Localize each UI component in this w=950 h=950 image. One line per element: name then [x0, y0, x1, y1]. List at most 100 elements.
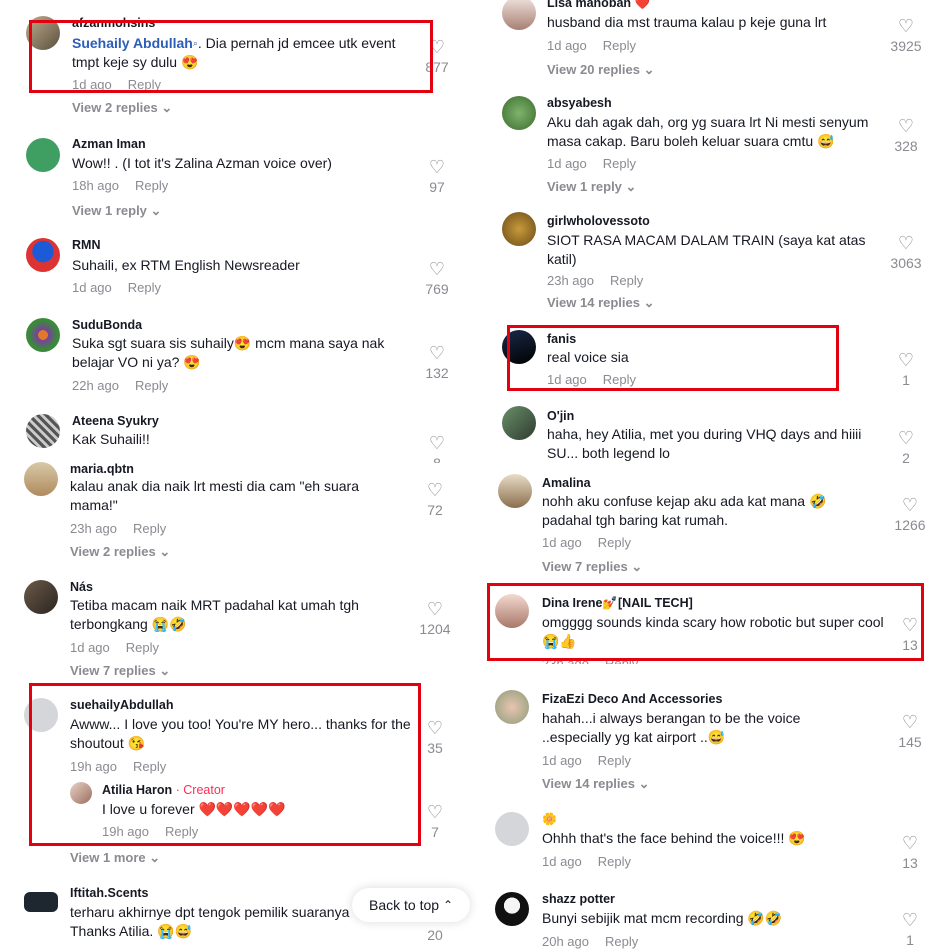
like-button[interactable]: ♡ 97 — [417, 158, 457, 195]
avatar[interactable] — [502, 212, 536, 246]
heart-icon: ♡ — [897, 16, 915, 36]
avatar[interactable] — [24, 892, 58, 912]
comment-meta: 22h ago Reply — [72, 378, 184, 393]
like-button[interactable]: ♡ 35 — [415, 719, 455, 756]
like-button[interactable]: ♡ 877 — [417, 38, 457, 75]
comment-username[interactable]: Azman Iman — [72, 137, 146, 151]
comment-username[interactable]: O'jin — [547, 409, 574, 423]
like-button[interactable]: ♡ 132 — [417, 344, 457, 381]
reply-button[interactable]: Reply — [135, 178, 168, 193]
comment-username[interactable]: Lisa manoban ❤️ — [547, 0, 650, 11]
timestamp: 1d ago — [547, 156, 587, 171]
comment-username[interactable]: Ateena Syukry — [72, 414, 159, 428]
like-button[interactable]: ♡ 145 — [890, 713, 930, 750]
like-button[interactable]: ♡ 1 — [886, 351, 926, 388]
avatar[interactable] — [24, 462, 58, 496]
comment-username[interactable]: Dina Irene💅[NAIL TECH] — [542, 596, 693, 611]
avatar[interactable] — [26, 318, 60, 352]
reply-button[interactable]: Reply — [605, 656, 638, 664]
comment-username[interactable]: Iftitah.Scents — [70, 886, 149, 900]
like-button[interactable]: ♡ 769 — [417, 260, 457, 297]
avatar[interactable] — [495, 812, 529, 846]
comment: maria.qbtn kalau anak dia naik lrt mesti… — [0, 458, 460, 568]
like-button[interactable]: ♡ 328 — [886, 117, 926, 154]
view-replies-button[interactable]: View 20 replies ⌄ — [547, 62, 655, 78]
reply-button[interactable]: Reply — [128, 77, 161, 92]
avatar[interactable] — [502, 96, 536, 130]
like-button[interactable]: ♡ 13 — [890, 834, 930, 871]
heart-icon: ♡ — [428, 157, 446, 177]
like-button[interactable]: ♡ 72 — [415, 481, 455, 518]
like-count: 3063 — [890, 255, 922, 271]
reply-username[interactable]: Atilia Haron — [102, 783, 172, 797]
avatar[interactable] — [26, 16, 60, 50]
view-replies-button[interactable]: View 7 replies ⌄ — [542, 559, 642, 575]
reply-button[interactable]: Reply — [610, 273, 643, 288]
reply-button[interactable]: Reply — [165, 824, 198, 839]
like-button[interactable]: ♡ 1 — [890, 911, 930, 948]
like-button[interactable]: ♡ 13 — [890, 616, 930, 653]
comment-username[interactable]: shazz potter — [542, 892, 615, 906]
comment-username[interactable]: 🌼 — [542, 812, 557, 826]
reply-button[interactable]: Reply — [133, 521, 166, 536]
reply-button[interactable]: Reply — [598, 753, 631, 768]
timestamp: 1d ago — [70, 640, 110, 655]
comment-username[interactable]: Amalina — [542, 476, 591, 490]
avatar[interactable] — [24, 698, 58, 732]
comment-username[interactable]: SuduBonda — [72, 318, 142, 332]
reply-button[interactable]: Reply — [135, 378, 168, 393]
reply-button[interactable]: Reply — [605, 934, 638, 949]
reply-button[interactable]: Reply — [598, 535, 631, 550]
avatar[interactable] — [26, 138, 60, 172]
comment-username[interactable]: absyabesh — [547, 96, 612, 110]
reply-button[interactable]: Reply — [603, 156, 636, 171]
heart-icon: ♡ — [428, 433, 446, 453]
like-button[interactable]: ♡ 7 — [415, 803, 455, 840]
view-replies-button[interactable]: View 2 replies ⌄ — [70, 544, 170, 560]
back-to-top-button[interactable]: Back to top ⌃ — [352, 888, 470, 922]
mention-link[interactable]: Suehaily Abdullah — [72, 35, 193, 51]
avatar[interactable] — [495, 690, 529, 724]
like-button[interactable]: ♡ 3925 — [886, 17, 926, 54]
avatar[interactable] — [495, 892, 529, 926]
view-replies-button[interactable]: View 14 replies ⌄ — [547, 295, 655, 311]
avatar[interactable] — [498, 474, 532, 508]
reply-button[interactable]: Reply — [126, 640, 159, 655]
avatar[interactable] — [24, 580, 58, 614]
like-button[interactable]: ♡ 3063 — [886, 234, 926, 271]
comment-username[interactable]: suehailyAbdullah — [70, 698, 174, 712]
heart-icon: ♡ — [428, 37, 446, 57]
comment-username[interactable]: fanis — [547, 332, 576, 346]
reply-button[interactable]: Reply — [598, 854, 631, 869]
view-replies-button[interactable]: View 1 reply ⌄ — [547, 179, 636, 195]
comment-username[interactable]: FizaEzi Deco And Accessories — [542, 692, 722, 706]
view-more-button[interactable]: View 1 more ⌄ — [70, 850, 160, 866]
avatar[interactable] — [26, 238, 60, 272]
comment-username[interactable]: maria.qbtn — [70, 462, 134, 476]
avatar[interactable] — [502, 406, 536, 440]
reply-button[interactable]: Reply — [603, 38, 636, 53]
reply-button[interactable]: Reply — [133, 759, 166, 774]
comment-username[interactable]: girlwholovessoto — [547, 214, 650, 228]
like-button[interactable]: ♡ 2 — [886, 429, 926, 466]
avatar[interactable] — [502, 330, 536, 364]
comment-username[interactable]: Nás — [70, 580, 93, 594]
comment-username[interactable]: RMN — [72, 238, 100, 252]
like-button[interactable]: ♡ 1266 — [890, 496, 930, 533]
view-replies-button[interactable]: View 2 replies ⌄ — [72, 100, 172, 116]
avatar[interactable] — [70, 782, 92, 804]
like-button[interactable]: ♡ 1204 — [415, 600, 455, 637]
chevron-down-icon: ⌄ — [643, 62, 655, 77]
view-replies-button[interactable]: View 7 replies ⌄ — [70, 663, 170, 679]
comment: shazz potter Bunyi sebijik mat mcm recor… — [480, 890, 950, 950]
avatar[interactable] — [502, 0, 536, 30]
reply-button[interactable]: Reply — [603, 372, 636, 387]
reply-button[interactable]: Reply — [128, 280, 161, 295]
comment-username[interactable]: afzanmohsins — [72, 16, 155, 30]
avatar[interactable] — [26, 414, 60, 448]
view-replies-button[interactable]: View 1 reply ⌄ — [72, 203, 161, 219]
creator-badge: · Creator — [175, 783, 225, 797]
chevron-down-icon: ⌄ — [638, 776, 650, 791]
avatar[interactable] — [495, 594, 529, 628]
view-replies-button[interactable]: View 14 replies ⌄ — [542, 776, 650, 792]
